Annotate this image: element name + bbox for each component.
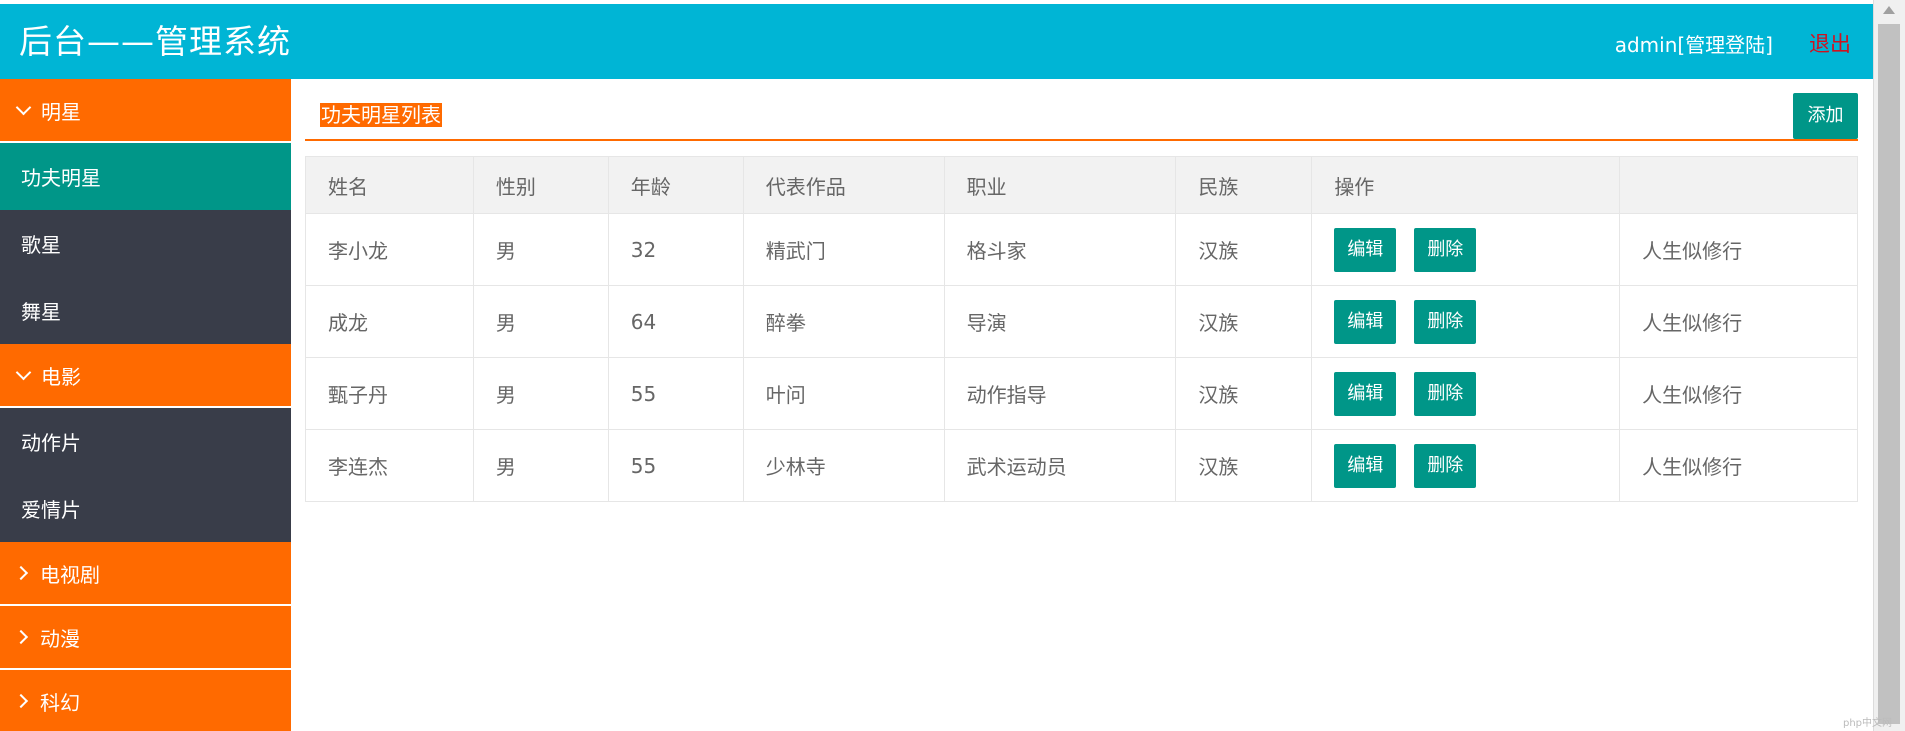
- submenu-item-action[interactable]: 动作片: [0, 408, 291, 475]
- cell-gender: 男: [472, 429, 609, 502]
- menu-group-tv[interactable]: 电视剧: [0, 542, 291, 606]
- submenu-movies: 动作片 爱情片: [0, 408, 291, 542]
- cell-work: 精武门: [742, 213, 945, 286]
- scroll-up-arrow-icon[interactable]: [1883, 6, 1895, 14]
- user-info: admin[管理登陆]: [1614, 33, 1773, 57]
- cell-age: 55: [607, 357, 744, 430]
- edit-button[interactable]: 编辑: [1334, 299, 1397, 344]
- cell-name: 李小龙: [305, 213, 474, 286]
- list-title: 功夫明星列表: [320, 103, 442, 127]
- cell-actions: 编辑 删除: [1311, 357, 1621, 430]
- delete-button[interactable]: 删除: [1414, 371, 1477, 416]
- cell-work: 少林寺: [742, 429, 945, 502]
- cell-motto: 人生似修行: [1619, 285, 1858, 358]
- table-row: 甄子丹 男 55 叶问 动作指导 汉族 编辑 删除 人生似修行: [305, 357, 1858, 430]
- chevron-right-icon: [13, 565, 29, 581]
- app-title: 后台——管理系统: [19, 22, 291, 61]
- column-header-gender: 性别: [472, 156, 609, 214]
- logout-link[interactable]: 退出: [1809, 31, 1851, 57]
- delete-button[interactable]: 删除: [1414, 299, 1477, 344]
- cell-job: 动作指导: [943, 357, 1177, 430]
- column-header-actions: 操作: [1311, 156, 1621, 214]
- table-row: 成龙 男 64 醉拳 导演 汉族 编辑 删除 人生似修行: [305, 285, 1858, 358]
- add-button[interactable]: 添加: [1793, 93, 1858, 139]
- cell-work: 醉拳: [742, 285, 945, 358]
- main-content: 功夫明星列表 添加 姓名 性别 年龄 代表作品 职业 民族 操作 李小龙 男 3…: [291, 79, 1873, 731]
- submenu-stars: 功夫明星 歌星 舞星: [0, 143, 291, 344]
- cell-ethnicity: 汉族: [1175, 213, 1313, 286]
- header: 后台——管理系统 admin[管理登陆] 退出: [0, 4, 1873, 79]
- menu-group-scifi[interactable]: 科幻: [0, 670, 291, 731]
- chevron-right-icon: [13, 693, 29, 709]
- cell-job: 格斗家: [943, 213, 1177, 286]
- cell-ethnicity: 汉族: [1175, 357, 1313, 430]
- cell-name: 甄子丹: [305, 357, 474, 430]
- cell-job: 导演: [943, 285, 1177, 358]
- submenu-item-romance[interactable]: 爱情片: [0, 475, 291, 542]
- cell-name: 成龙: [305, 285, 474, 358]
- submenu-item-singers[interactable]: 歌星: [0, 210, 291, 277]
- column-header-work: 代表作品: [742, 156, 945, 214]
- menu-group-label: 科幻: [40, 690, 80, 715]
- cell-ethnicity: 汉族: [1175, 429, 1313, 502]
- table-row: 李连杰 男 55 少林寺 武术运动员 汉族 编辑 删除 人生似修行: [305, 429, 1858, 502]
- cell-motto: 人生似修行: [1619, 429, 1858, 502]
- cell-ethnicity: 汉族: [1175, 285, 1313, 358]
- menu-group-label: 电视剧: [40, 562, 100, 587]
- cell-actions: 编辑 删除: [1311, 285, 1621, 358]
- cell-gender: 男: [472, 213, 609, 286]
- cell-age: 55: [607, 429, 744, 502]
- cell-actions: 编辑 删除: [1311, 213, 1621, 286]
- cell-gender: 男: [472, 285, 609, 358]
- cell-age: 32: [607, 213, 744, 286]
- vertical-scrollbar[interactable]: [1873, 0, 1905, 731]
- menu-group-label: 电影: [41, 364, 81, 389]
- chevron-down-icon: [15, 364, 32, 380]
- menu-group-movies[interactable]: 电影: [0, 344, 291, 408]
- stars-table: 姓名 性别 年龄 代表作品 职业 民族 操作 李小龙 男 32 精武门 格斗家: [305, 156, 1858, 502]
- cell-job: 武术运动员: [943, 429, 1177, 502]
- list-header: 功夫明星列表 添加: [305, 93, 1858, 141]
- edit-button[interactable]: 编辑: [1334, 371, 1397, 416]
- menu-group-label: 动漫: [40, 626, 80, 651]
- submenu-item-dancers[interactable]: 舞星: [0, 277, 291, 344]
- table-header-row: 姓名 性别 年龄 代表作品 职业 民族 操作: [305, 156, 1858, 214]
- menu-group-stars[interactable]: 明星: [0, 79, 291, 143]
- cell-motto: 人生似修行: [1619, 357, 1858, 430]
- delete-button[interactable]: 删除: [1414, 443, 1477, 488]
- table-row: 李小龙 男 32 精武门 格斗家 汉族 编辑 删除 人生似修行: [305, 213, 1858, 286]
- cell-gender: 男: [472, 357, 609, 430]
- delete-button[interactable]: 删除: [1414, 227, 1477, 272]
- submenu-item-kungfu-stars[interactable]: 功夫明星: [0, 143, 291, 210]
- column-header-job: 职业: [943, 156, 1177, 214]
- sidebar: 明星 功夫明星 歌星 舞星 电影 动作片 爱情片 电视剧 动漫 科幻: [0, 79, 291, 731]
- app: 后台——管理系统 admin[管理登陆] 退出 明星 功夫明星 歌星 舞星 电影…: [0, 0, 1873, 731]
- edit-button[interactable]: 编辑: [1334, 443, 1397, 488]
- column-header-age: 年龄: [607, 156, 744, 214]
- cell-name: 李连杰: [305, 429, 474, 502]
- watermark: php中文网: [1843, 718, 1893, 729]
- chevron-down-icon: [15, 99, 32, 115]
- column-header-name: 姓名: [305, 156, 474, 214]
- menu-group-label: 明星: [41, 99, 81, 124]
- menu-group-anime[interactable]: 动漫: [0, 606, 291, 670]
- cell-motto: 人生似修行: [1619, 213, 1858, 286]
- cell-age: 64: [607, 285, 744, 358]
- cell-actions: 编辑 删除: [1311, 429, 1621, 502]
- scrollbar-thumb[interactable]: [1878, 24, 1900, 724]
- column-header-extra: [1619, 156, 1858, 214]
- chevron-right-icon: [13, 629, 29, 645]
- column-header-ethnicity: 民族: [1175, 156, 1313, 214]
- cell-work: 叶问: [742, 357, 945, 430]
- edit-button[interactable]: 编辑: [1334, 227, 1397, 272]
